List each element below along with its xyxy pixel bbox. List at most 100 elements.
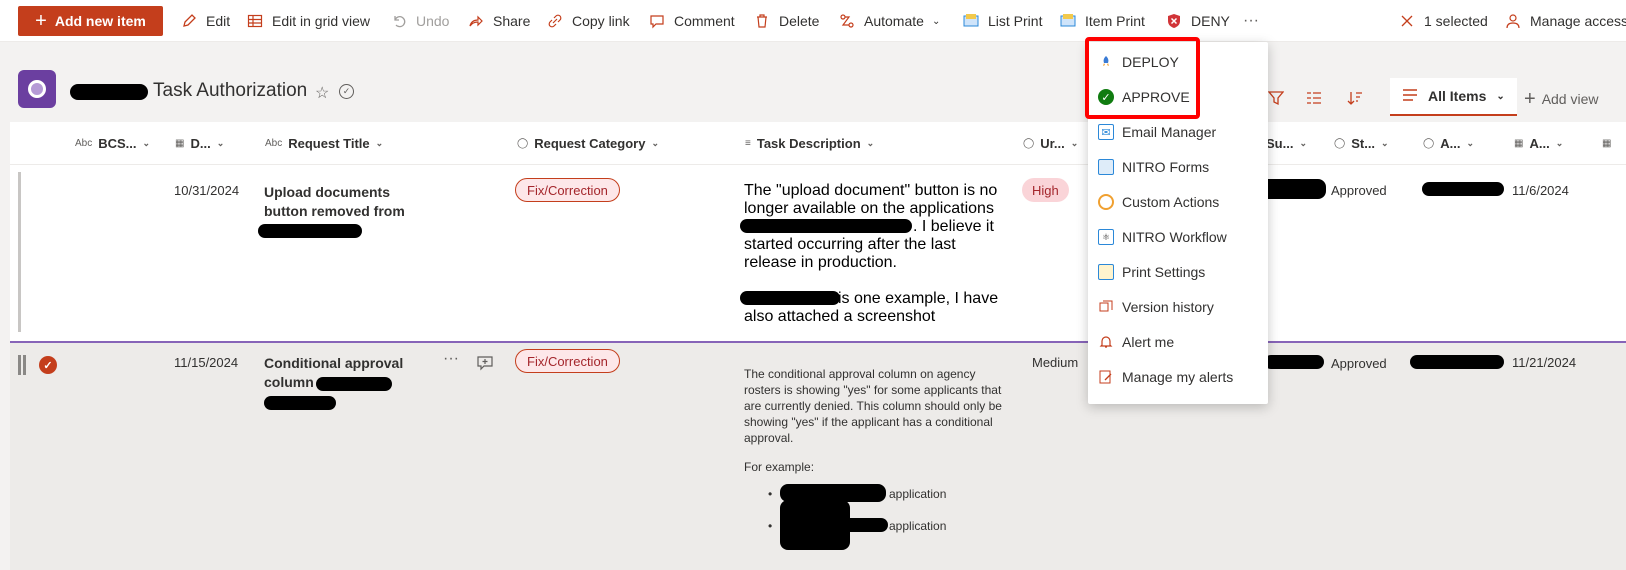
menu-item-nitro-forms[interactable]: NITRO Forms [1088, 149, 1268, 185]
undo-label: Undo [416, 13, 450, 29]
description-line: is one example, I have [838, 290, 999, 307]
copy-link-button[interactable]: Copy link [546, 0, 630, 42]
chevron-down-icon: ⌄ [931, 15, 941, 27]
delete-label: Delete [779, 13, 820, 29]
menu-item-label: Print Settings [1122, 264, 1206, 280]
delete-button[interactable]: Delete [753, 0, 819, 42]
column-header-urgency[interactable]: ◯ Ur... ⌄ [1023, 122, 1078, 164]
chevron-down-icon: ⌄ [1381, 137, 1389, 148]
comment-icon [648, 12, 666, 30]
clear-selection-button[interactable]: 1 selected [1398, 0, 1488, 42]
bullet-text: application [889, 519, 947, 533]
view-selector[interactable]: All Items ⌄ [1390, 78, 1517, 116]
menu-item-version-history[interactable]: Version history [1088, 289, 1268, 325]
row-selected-check-icon[interactable]: ✓ [39, 356, 57, 374]
manage-access-label: Manage access [1530, 13, 1626, 29]
column-header-a1[interactable]: ◯ A... ⌄ [1423, 122, 1474, 164]
column-label: A... [1529, 135, 1550, 151]
column-header-request-category[interactable]: ◯ Request Category ⌄ [517, 122, 659, 164]
status-cell: Approved [1331, 356, 1387, 371]
redacted-block [1422, 182, 1504, 196]
edit-grid-button[interactable]: Edit in grid view [246, 0, 370, 42]
deny-shield-icon [1165, 12, 1183, 30]
favorite-star-icon[interactable]: ☆ [315, 83, 329, 103]
sort-icon[interactable] [1347, 90, 1363, 111]
row-more-icon[interactable]: ··· [443, 350, 459, 368]
more-label: ··· [1243, 12, 1259, 29]
logo-ring-icon [28, 80, 46, 98]
item-print-label: Item Print [1085, 13, 1145, 29]
menu-item-deploy[interactable]: DEPLOY [1088, 44, 1268, 80]
column-label: Task Description [756, 135, 861, 151]
comment-icon[interactable] [476, 355, 494, 374]
redacted-block [316, 377, 392, 391]
title-line[interactable]: Conditional approval [264, 354, 403, 373]
date-cell: 10/31/2024 [174, 183, 240, 198]
redacted-block [264, 396, 336, 410]
copy-link-label: Copy link [572, 13, 630, 29]
automate-button[interactable]: Automate ⌄ [838, 0, 940, 42]
group-by-icon[interactable] [1306, 90, 1322, 111]
column-header-a2[interactable]: ▦ A... ⌄ [1514, 122, 1563, 164]
more-options-button[interactable]: ··· [1243, 0, 1259, 42]
list-print-button[interactable]: List Print [962, 0, 1042, 42]
title-line[interactable]: column [264, 373, 314, 392]
filter-icon[interactable] [1267, 90, 1285, 111]
manage-access-button[interactable]: Manage access [1504, 0, 1626, 42]
column-header-task-description[interactable]: ≡ Task Description ⌄ [745, 122, 874, 164]
row-handle [18, 355, 21, 375]
manage-alerts-icon [1098, 369, 1114, 385]
deny-button[interactable]: DENY [1165, 0, 1230, 42]
menu-item-label: Custom Actions [1122, 194, 1220, 210]
undo-button[interactable]: Undo [390, 0, 449, 42]
rocket-icon [1098, 54, 1114, 70]
menu-item-approve[interactable]: ✓ APPROVE [1088, 79, 1268, 115]
column-header-bcs[interactable]: Abc BCS... ⌄ [75, 122, 150, 164]
share-label: Share [493, 13, 531, 29]
description-line: release in production. [744, 254, 897, 271]
add-view-button[interactable]: + Add view [1524, 89, 1599, 109]
column-header-su[interactable]: Su... ⌄ [1266, 122, 1307, 164]
site-logo[interactable] [18, 70, 56, 108]
bullet-dot: • [768, 487, 773, 501]
overflow-menu: DEPLOY ✓ APPROVE ✉ Email Manager NITRO For… [1088, 42, 1268, 404]
item-print-button[interactable]: Item Print [1059, 0, 1145, 42]
column-header-date[interactable]: ▦ D... ⌄ [175, 122, 224, 164]
add-new-item-button[interactable]: + Add new item [18, 6, 163, 36]
edit-label: Edit [206, 13, 231, 29]
menu-item-custom-actions[interactable]: Custom Actions [1088, 184, 1268, 220]
redacted-block [812, 518, 888, 532]
title-line[interactable]: Upload documents [264, 183, 390, 202]
pencil-icon [180, 12, 198, 30]
menu-item-manage-alerts[interactable]: Manage my alerts [1088, 359, 1268, 395]
column-header-more[interactable]: ▦ [1602, 122, 1611, 164]
custom-actions-icon [1098, 194, 1114, 210]
email-manager-icon: ✉ [1098, 124, 1114, 140]
share-button[interactable]: Share [467, 0, 530, 42]
title-line[interactable]: button removed from [264, 202, 405, 221]
view-name: All Items [1428, 88, 1487, 104]
description-line: started occurring after the last [744, 236, 956, 253]
menu-item-alert-me[interactable]: Alert me [1088, 324, 1268, 360]
approved-date-cell: 11/21/2024 [1512, 355, 1577, 370]
description-line: . I believe it [913, 218, 994, 235]
description-line: For example: [744, 460, 815, 474]
row-handle [23, 355, 26, 375]
menu-item-print-settings[interactable]: Print Settings [1088, 254, 1268, 290]
item-print-icon [1059, 12, 1077, 30]
menu-item-label: Manage my alerts [1122, 369, 1234, 385]
redacted-block [70, 84, 148, 100]
automate-label: Automate [864, 13, 924, 29]
menu-item-nitro-workflow[interactable]: ⚛ NITRO Workflow [1088, 219, 1268, 255]
redacted-block [1264, 355, 1324, 369]
column-label: D... [190, 135, 211, 151]
edit-button[interactable]: Edit [180, 0, 230, 42]
comment-label: Comment [674, 13, 735, 29]
menu-item-email-manager[interactable]: ✉ Email Manager [1088, 114, 1268, 150]
chevron-down-icon: ⌄ [142, 137, 151, 148]
column-header-status[interactable]: ◯ St... ⌄ [1334, 122, 1389, 164]
comment-button[interactable]: Comment [648, 0, 735, 42]
chevron-down-icon: ⌄ [375, 137, 384, 148]
column-header-request-title[interactable]: Abc Request Title ⌄ [265, 122, 383, 164]
chevron-down-icon: ⌄ [1070, 137, 1079, 148]
